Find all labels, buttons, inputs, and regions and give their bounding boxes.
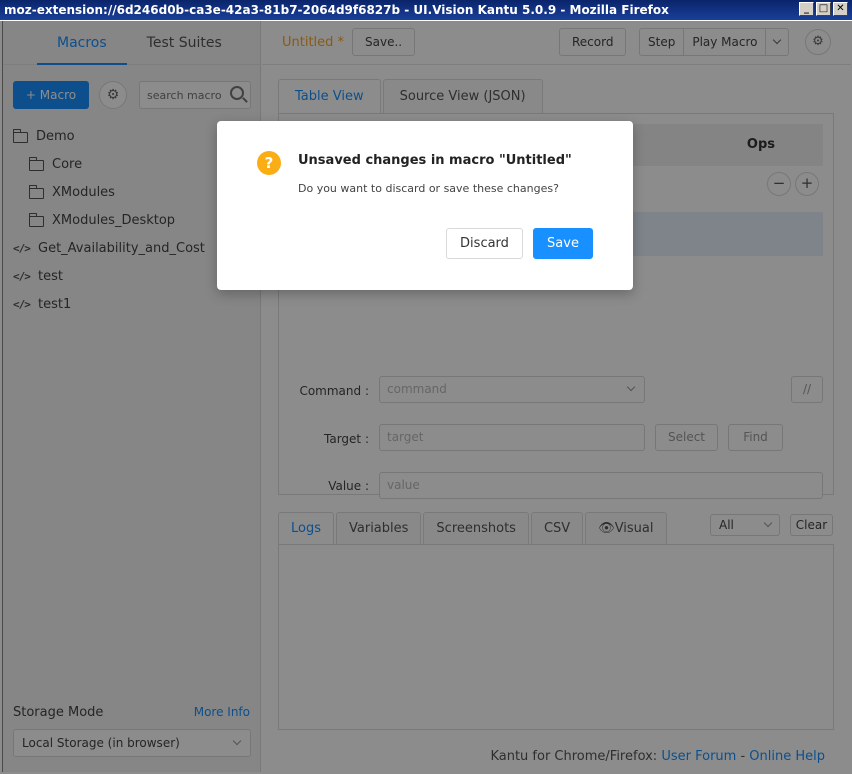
unsaved-changes-dialog: ? Unsaved changes in macro "Untitled" Do…: [217, 121, 633, 290]
window-titlebar: moz-extension://6d246d0b-ca3e-42a3-81b7-…: [0, 0, 852, 20]
maximize-button[interactable]: □: [816, 2, 831, 16]
save-button[interactable]: Save: [533, 228, 593, 259]
discard-button[interactable]: Discard: [446, 228, 523, 259]
dialog-title: Unsaved changes in macro "Untitled": [298, 153, 572, 168]
dialog-message: Do you want to discard or save these cha…: [298, 182, 559, 195]
close-window-button[interactable]: ✕: [833, 2, 848, 16]
window-controls: _ □ ✕: [799, 2, 848, 16]
question-icon: ?: [257, 151, 281, 175]
minimize-button[interactable]: _: [799, 2, 814, 16]
window-title: moz-extension://6d246d0b-ca3e-42a3-81b7-…: [4, 3, 669, 17]
